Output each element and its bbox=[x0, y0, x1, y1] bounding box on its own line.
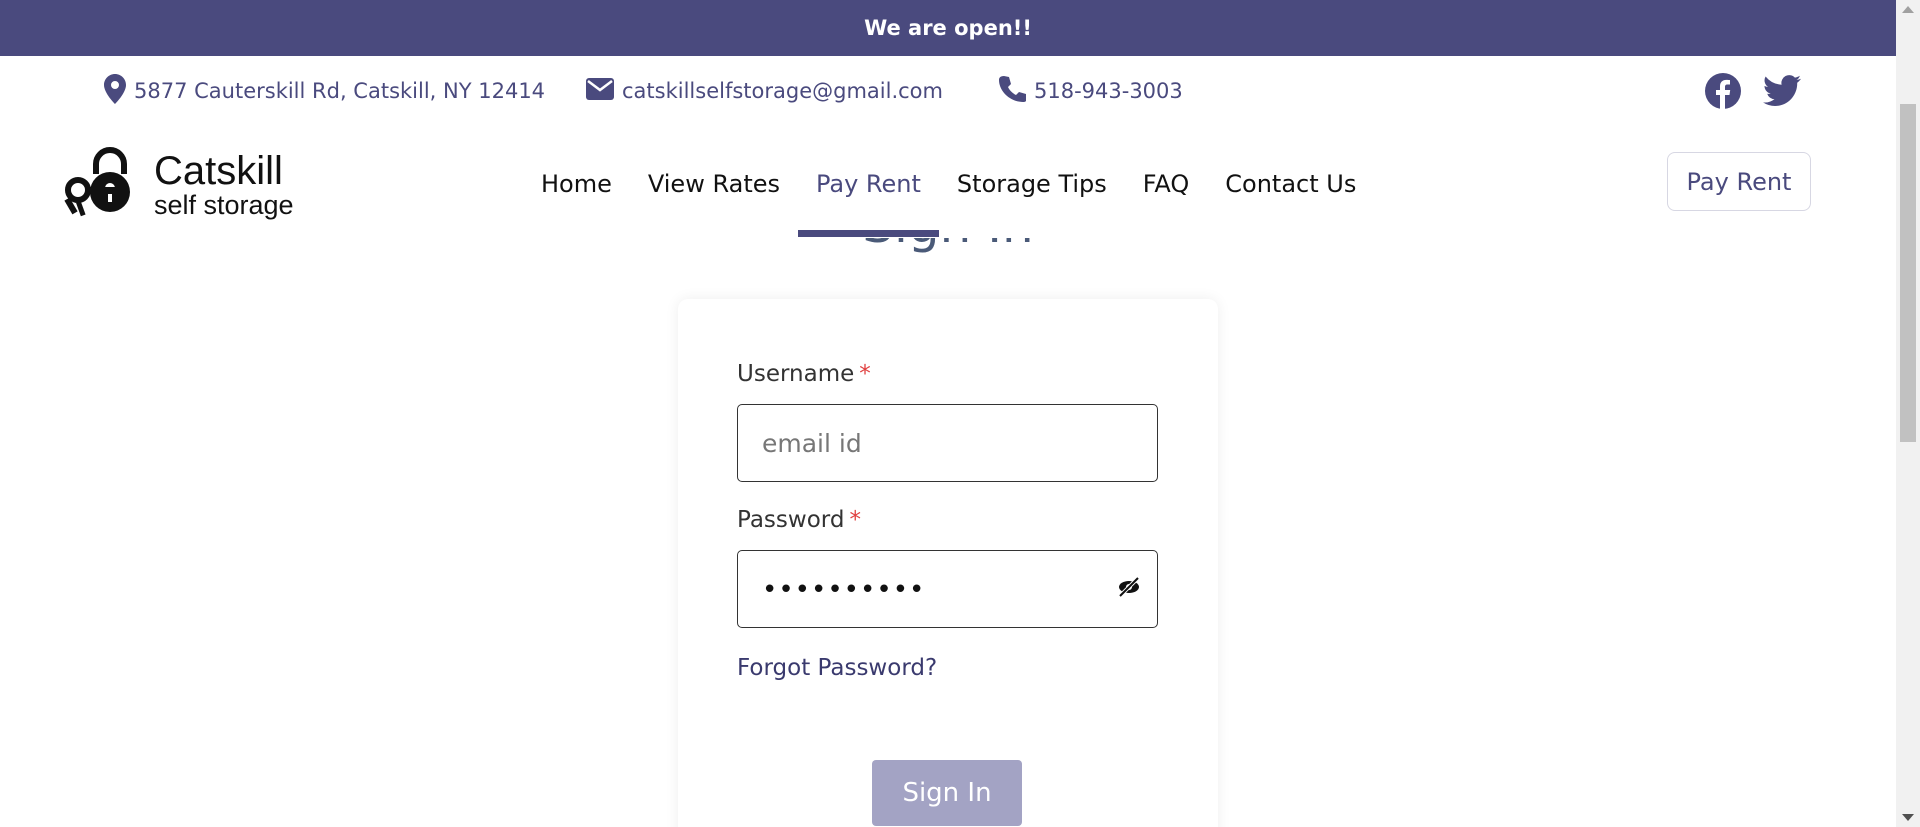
facebook-icon[interactable] bbox=[1705, 73, 1741, 109]
scroll-thumb[interactable] bbox=[1900, 104, 1916, 442]
required-mark: * bbox=[849, 507, 861, 533]
scroll-down-arrow-icon[interactable] bbox=[1902, 814, 1914, 821]
password-label: Password * bbox=[737, 507, 861, 533]
signin-card: Username* Password* •••••••••• Forgot Pa… bbox=[678, 299, 1218, 827]
scrollbar[interactable] bbox=[1896, 0, 1920, 827]
contact-phone[interactable]: 518-943-3003 bbox=[998, 75, 1183, 108]
scroll-up-arrow-icon[interactable] bbox=[1902, 6, 1914, 13]
site-header: Catskill self storage Home View Rates Pa… bbox=[0, 126, 1896, 238]
password-label-text: Password bbox=[737, 507, 845, 533]
announcement-text: We are open!! bbox=[864, 16, 1032, 40]
logo-subtitle: self storage bbox=[154, 190, 294, 220]
email-text: catskillselfstorage@gmail.com bbox=[622, 79, 943, 103]
social-links bbox=[1705, 73, 1801, 109]
phone-text: 518-943-3003 bbox=[1034, 79, 1183, 103]
announcement-bar: We are open!! bbox=[0, 0, 1896, 56]
address-text: 5877 Cauterskill Rd, Catskill, NY 12414 bbox=[134, 79, 546, 103]
padlock-keys-icon bbox=[64, 146, 148, 224]
page: We are open!! 5877 Cauterskill Rd, Catsk… bbox=[0, 0, 1896, 827]
phone-icon bbox=[998, 75, 1027, 108]
eye-slash-icon[interactable] bbox=[1117, 575, 1141, 604]
password-input[interactable]: •••••••••• bbox=[737, 550, 1158, 628]
password-masked-value: •••••••••• bbox=[762, 575, 926, 605]
main-nav: Home View Rates Pay Rent Storage Tips FA… bbox=[541, 170, 1392, 237]
username-input[interactable] bbox=[737, 404, 1158, 482]
nav-contact-us[interactable]: Contact Us bbox=[1225, 170, 1356, 198]
username-label-text: Username bbox=[737, 361, 855, 387]
envelope-icon bbox=[586, 77, 614, 105]
signin-button[interactable]: Sign In bbox=[872, 760, 1022, 826]
map-pin-icon bbox=[104, 73, 126, 109]
contact-address[interactable]: 5877 Cauterskill Rd, Catskill, NY 12414 bbox=[104, 73, 546, 109]
nav-faq[interactable]: FAQ bbox=[1143, 170, 1190, 198]
nav-home[interactable]: Home bbox=[541, 170, 612, 198]
logo-title: Catskill bbox=[154, 149, 283, 193]
logo[interactable]: Catskill self storage bbox=[64, 144, 304, 226]
required-mark: * bbox=[859, 361, 871, 387]
forgot-password-link[interactable]: Forgot Password? bbox=[737, 655, 937, 681]
contact-email[interactable]: catskillselfstorage@gmail.com bbox=[586, 77, 943, 105]
nav-view-rates[interactable]: View Rates bbox=[648, 170, 780, 198]
nav-storage-tips[interactable]: Storage Tips bbox=[957, 170, 1107, 198]
username-label: Username * bbox=[737, 361, 871, 387]
contact-strip: 5877 Cauterskill Rd, Catskill, NY 12414 … bbox=[0, 56, 1896, 126]
twitter-icon[interactable] bbox=[1763, 75, 1801, 107]
pay-rent-button[interactable]: Pay Rent bbox=[1667, 152, 1811, 211]
logo-text: Catskill self storage bbox=[154, 151, 294, 219]
nav-pay-rent[interactable]: Pay Rent bbox=[798, 170, 939, 237]
